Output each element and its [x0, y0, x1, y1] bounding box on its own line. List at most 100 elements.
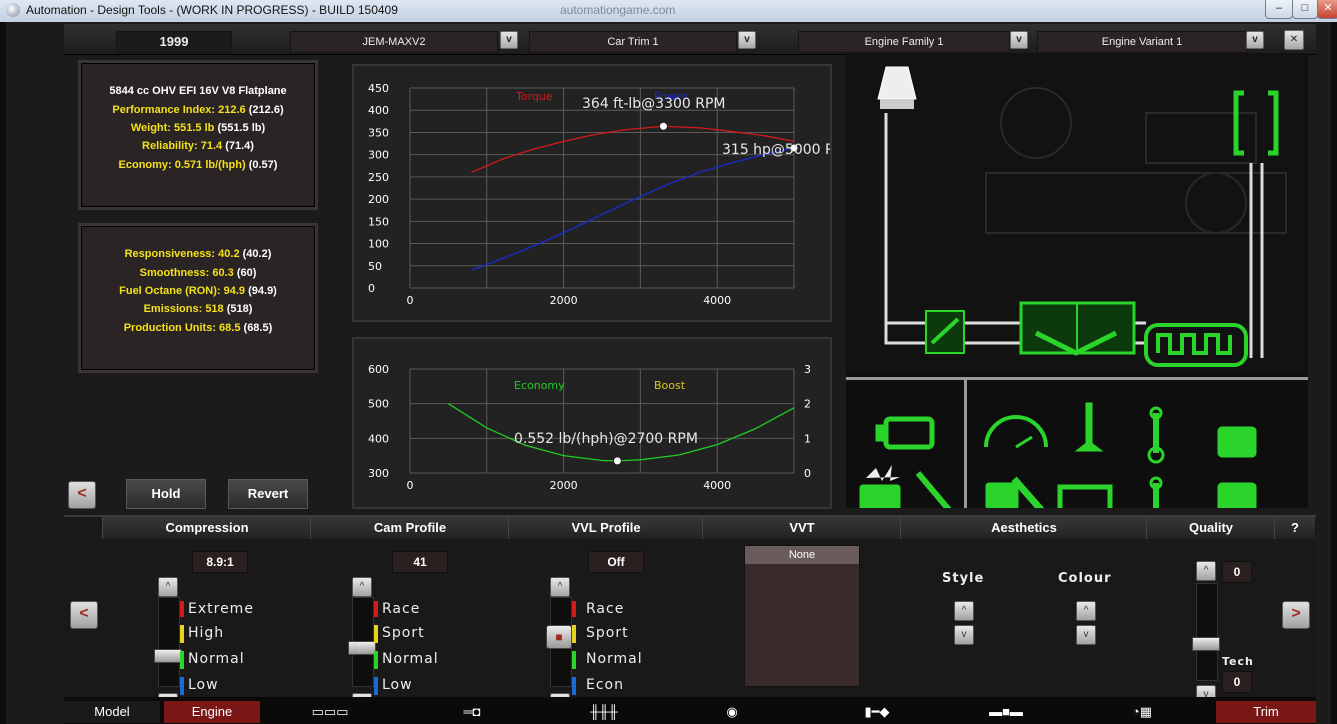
compression-level-normal: Normal [188, 651, 245, 667]
engine-schematic [846, 53, 1308, 520]
stat-production-units: Production Units: 68.5 (68.5) [123, 322, 273, 334]
economy-boost-chart-svg: 300 400 500 600 0 2000 4000 0 1 2 3 Economy Boost 0.5… [368, 363, 811, 492]
y-tick-label: 450 [368, 82, 389, 95]
x-tick-label: 4000 [703, 294, 731, 307]
prev-section-button[interactable]: < [70, 601, 98, 629]
lock-icon[interactable]: ■ [546, 625, 572, 649]
y-tick-label: 400 [368, 104, 389, 117]
model-dropdown-button[interactable]: v [500, 31, 518, 49]
colour-up-button[interactable]: ^ [1076, 601, 1096, 621]
compression-up-button[interactable]: ^ [158, 577, 178, 597]
section-nav: Model Engine ▭▭▭ ═◘ ╫╫╫ ◉ ▮━◆ ▬■▬ ◔▦ Tri… [64, 697, 1316, 724]
window-title: Automation - Design Tools - (WORK IN PRO… [26, 3, 398, 17]
y-tick-label: 600 [368, 363, 389, 376]
y-tick-label: 500 [368, 398, 389, 411]
nav-trim[interactable]: Trim [1216, 701, 1316, 723]
vvt-list[interactable]: None [744, 545, 860, 687]
crank-icon[interactable]: ═◘ [442, 701, 502, 723]
compression-header: Compression [102, 517, 311, 539]
throttle-body-icon [925, 310, 965, 354]
aesthetics-header: Aesthetics [900, 517, 1147, 539]
torque-peak-label: 364 ft-lb@3300 RPM [582, 96, 726, 112]
vvl-up-button[interactable]: ^ [550, 577, 570, 597]
minimize-button[interactable]: – [1265, 0, 1293, 19]
cam-level-sport: Sport [382, 625, 425, 641]
family-dropdown-button[interactable]: v [1010, 31, 1028, 49]
maximize-button[interactable]: □ [1292, 0, 1318, 19]
engine-schematic-svg [846, 53, 1308, 520]
engine-variant-select[interactable]: Engine Variant 1 [1037, 31, 1247, 53]
quality-up-button[interactable]: ^ [1196, 561, 1216, 581]
vvt-option-none[interactable]: None [745, 546, 859, 564]
style-down-button[interactable]: v [954, 625, 974, 645]
hold-button[interactable]: Hold [126, 479, 206, 509]
vvl-level-sport: Sport [586, 625, 629, 641]
y-right-tick-label: 3 [804, 363, 811, 376]
trim-dropdown-button[interactable]: v [738, 31, 756, 49]
help-button[interactable]: ? [1274, 517, 1315, 539]
piston-icon-2 [1217, 482, 1257, 516]
colour-down-button[interactable]: v [1076, 625, 1096, 645]
nav-engine[interactable]: Engine [164, 701, 260, 723]
y-right-tick-label: 1 [804, 432, 811, 445]
nav-model[interactable]: Model [64, 701, 160, 723]
fuel-icon[interactable]: ▮━◆ [842, 701, 912, 723]
stats-panel-secondary: Responsiveness: 40.2 (40.2) Smoothness: … [78, 223, 318, 373]
y-tick-label: 250 [368, 171, 389, 184]
spark-plug-icon [915, 471, 953, 513]
torque-peak-marker [658, 121, 668, 131]
next-section-button[interactable]: > [1282, 601, 1310, 629]
test-icon[interactable]: ◔▦ [1122, 701, 1162, 723]
trim-select[interactable]: Car Trim 1 [529, 31, 737, 53]
compression-slider-handle[interactable] [154, 649, 182, 663]
back-button[interactable]: < [68, 481, 96, 509]
cam-level-race: Race [382, 601, 421, 617]
year-field[interactable]: 1999 [116, 31, 232, 53]
stat-smoothness: Smoothness: 60.3 (60) [139, 267, 257, 279]
x-tick-label: 0 [407, 294, 414, 307]
engine-family-select[interactable]: Engine Family 1 [798, 31, 1010, 53]
browser-tab-ghost: automationgame.com [560, 3, 676, 17]
level-bar-yellow [180, 625, 184, 643]
turbo-icon[interactable]: ◉ [712, 701, 752, 723]
revert-button[interactable]: Revert [228, 479, 308, 509]
economy-boost-chart: 300 400 500 600 0 2000 4000 0 1 2 3 Economy Boost 0.5… [352, 337, 832, 509]
valvetrain-icon[interactable]: ╫╫╫ [574, 701, 634, 723]
exhaust-icon[interactable]: ▬■▬ [976, 701, 1036, 723]
window-close-button[interactable]: ✕ [1317, 0, 1337, 19]
level-bar-yellow [374, 625, 378, 643]
style-up-button[interactable]: ^ [954, 601, 974, 621]
block-icon[interactable]: ▭▭▭ [300, 701, 360, 723]
quality-slider-track[interactable] [1196, 583, 1218, 681]
stat-reliability: Reliability: 71.4 (71.4) [142, 140, 254, 152]
compression-value: 8.9:1 [192, 551, 248, 573]
quality-slider-handle[interactable] [1192, 637, 1220, 651]
power-peak-label: 315 hp@5000 RPM [722, 142, 830, 158]
y-tick-label: 300 [368, 149, 389, 162]
cam-up-button[interactable]: ^ [352, 577, 372, 597]
model-select[interactable]: JEM-MAXV2 [290, 31, 498, 53]
engine-description: 5844 cc OHV EFI 16V V8 Flatplane [109, 85, 287, 97]
legend-economy: Economy [514, 379, 565, 392]
level-bar-red [180, 601, 184, 617]
y-right-tick-label: 0 [804, 467, 811, 480]
y-tick-label: 350 [368, 126, 389, 139]
variant-dropdown-button[interactable]: v [1246, 31, 1264, 49]
cam-slider-handle[interactable] [348, 641, 376, 655]
quality-value: 0 [1222, 561, 1252, 583]
wrench-engine-icon [985, 476, 1047, 516]
torque-power-chart-svg: 0 50 100 150 200 250 300 350 400 450 0 2000 4000 Torq… [368, 82, 830, 307]
compression-slider-track[interactable] [158, 597, 180, 687]
y-tick-label: 300 [368, 467, 389, 480]
app-icon [6, 3, 20, 17]
bottom-controls: < > Compression Cam Profile VVL Profile … [64, 515, 1316, 713]
cam-profile-header: Cam Profile [310, 517, 509, 539]
y-tick-label: 200 [368, 193, 389, 206]
close-editor-button[interactable]: ✕ [1284, 30, 1304, 50]
torque-power-chart: 0 50 100 150 200 250 300 350 400 450 0 2000 4000 Torq… [352, 64, 832, 322]
economy-min-label: 0.552 lb/(hph)@2700 RPM [514, 431, 698, 447]
crankshaft-icon [1057, 484, 1113, 520]
x-tick-label: 4000 [703, 479, 731, 492]
stat-responsiveness: Responsiveness: 40.2 (40.2) [124, 248, 272, 260]
engine-damage-icon [859, 465, 901, 516]
